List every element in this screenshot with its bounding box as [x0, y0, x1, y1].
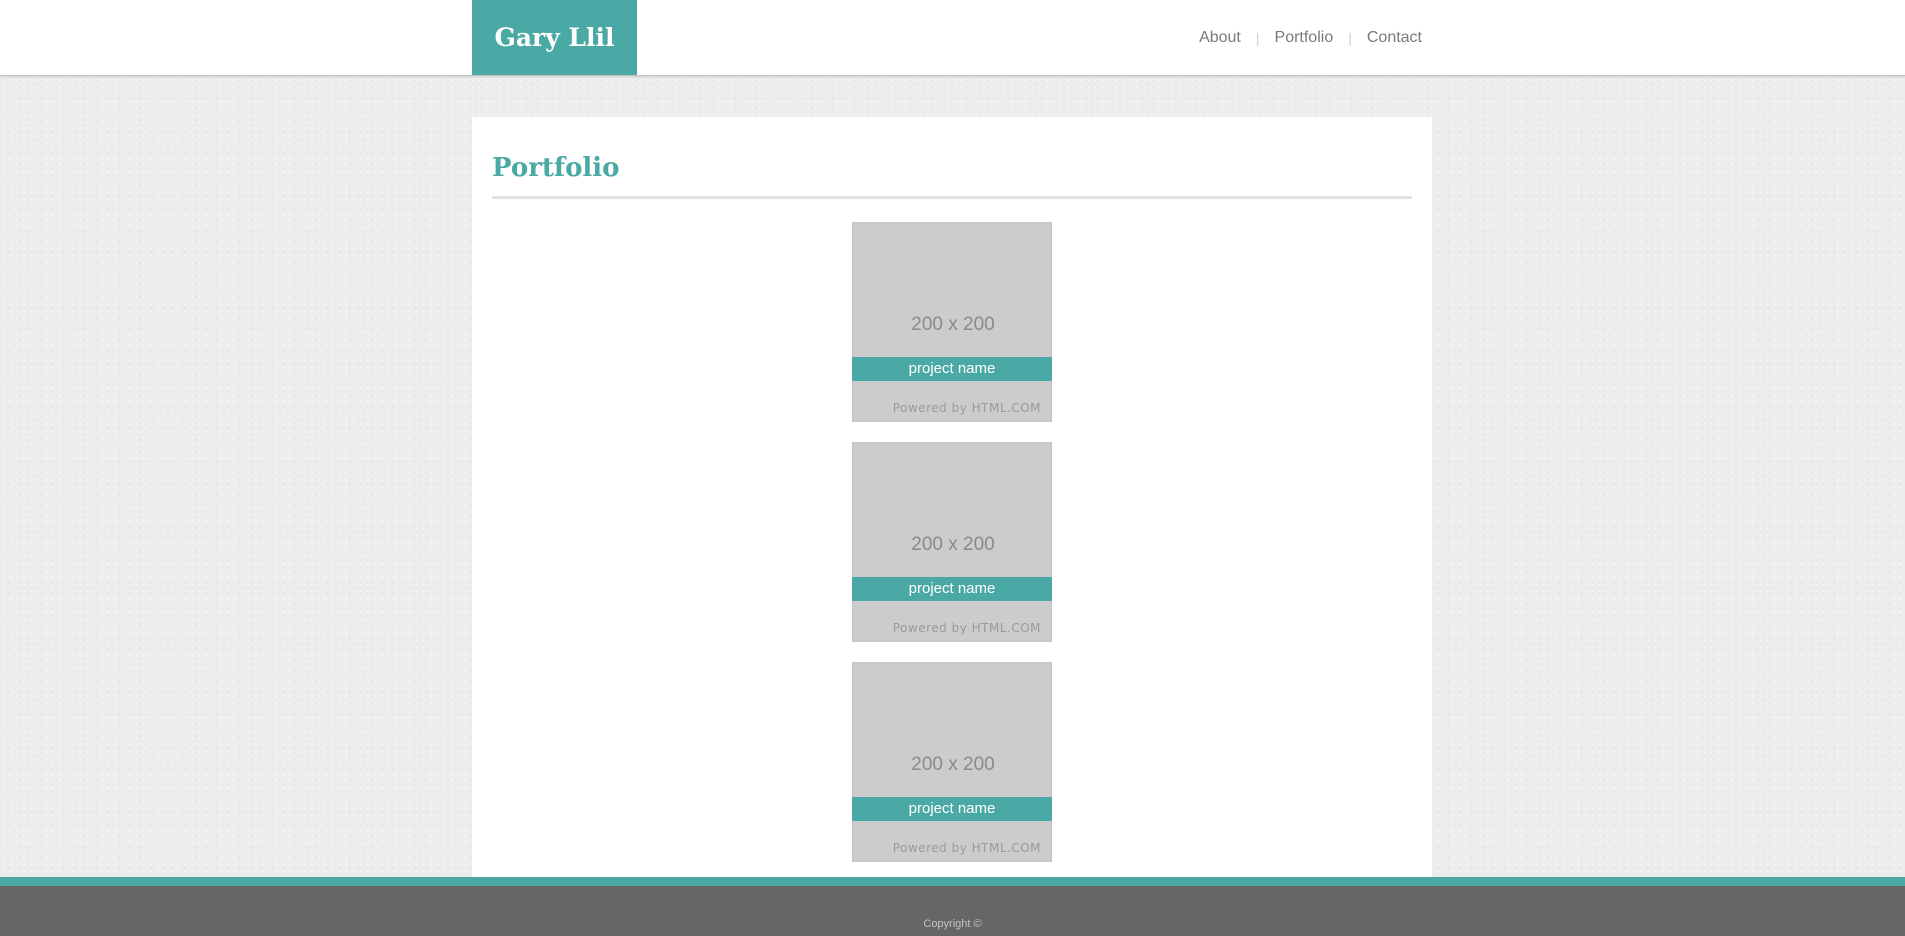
powered-by-text: Powered by HTML.COM: [892, 621, 1041, 635]
content-panel: Portfolio 200 x 200 project name Powered…: [472, 117, 1432, 877]
page-title: Portfolio: [492, 153, 620, 183]
nav-separator: |: [1255, 29, 1260, 46]
powered-by-text: Powered by HTML.COM: [892, 841, 1041, 855]
project-name-label[interactable]: project name: [852, 577, 1052, 601]
placeholder-dimensions: 200 x 200: [911, 314, 995, 335]
project-tile[interactable]: 200 x 200 project name Powered by HTML.C…: [852, 222, 1052, 422]
nav-portfolio-link[interactable]: Portfolio: [1275, 29, 1334, 47]
project-name-label[interactable]: project name: [852, 797, 1052, 821]
placeholder-dimensions: 200 x 200: [911, 754, 995, 775]
copyright-text: Copyright ©: [923, 918, 982, 930]
project-name-label[interactable]: project name: [852, 357, 1052, 381]
site-header: Gary Llil About | Portfolio | Contact: [0, 0, 1905, 76]
site-logo[interactable]: Gary Llil: [472, 0, 637, 75]
project-tile[interactable]: 200 x 200 project name Powered by HTML.C…: [852, 442, 1052, 642]
nav-about-link[interactable]: About: [1199, 29, 1241, 47]
nav-separator: |: [1348, 29, 1352, 46]
footer-accent-bar: [0, 877, 1905, 886]
main-nav: About | Portfolio | Contact: [1199, 0, 1422, 75]
site-footer: Copyright ©: [0, 886, 1905, 936]
placeholder-dimensions: 200 x 200: [911, 534, 995, 555]
nav-contact-link[interactable]: Contact: [1367, 29, 1422, 47]
title-divider: [492, 196, 1412, 199]
powered-by-text: Powered by HTML.COM: [892, 401, 1041, 415]
project-tile[interactable]: 200 x 200 project name Powered by HTML.C…: [852, 662, 1052, 862]
